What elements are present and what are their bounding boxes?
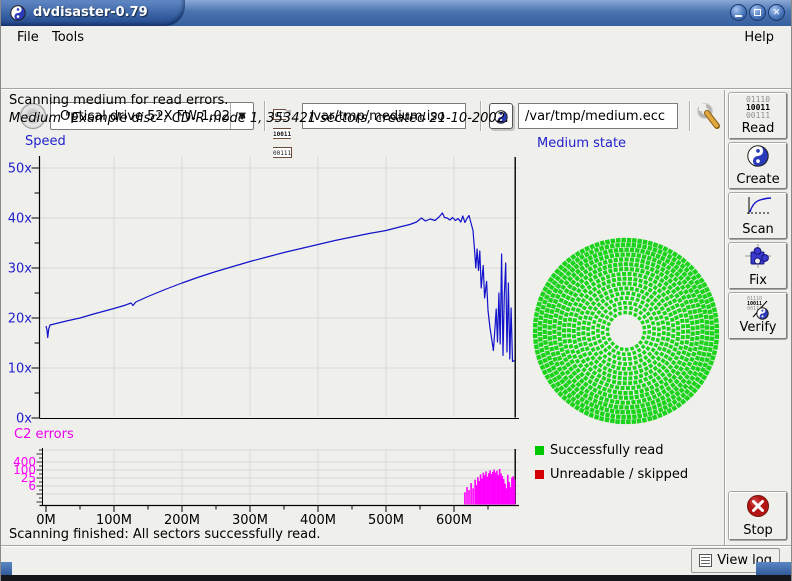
status-line-2: Medium "Example disc": CD-R mode 1, 3534… — [9, 111, 509, 126]
app-window: 0x10x20x30x40x50x4001002560M100M200M300M… — [0, 0, 792, 581]
read-button[interactable]: 011101001100111 Read — [729, 93, 787, 139]
stop-button[interactable]: Stop — [729, 492, 787, 540]
legend-swatch-green — [535, 446, 544, 455]
ecc-file-input[interactable] — [518, 103, 678, 129]
status-line-1: Scanning medium for read errors. — [9, 93, 228, 108]
legend-label: Successfully read — [550, 443, 663, 458]
preferences-wrench-icon[interactable] — [696, 102, 723, 134]
legend-swatch-red — [535, 470, 544, 479]
app-logo-yinyang-icon — [10, 5, 26, 25]
stop-icon — [746, 494, 770, 522]
puzzle-icon — [745, 244, 771, 272]
svg-text:300M: 300M — [232, 513, 268, 528]
svg-text:20x: 20x — [8, 312, 33, 327]
title-bar[interactable]: dvdisaster-0.79 ✕ — [1, 0, 792, 26]
svg-text:40x: 40x — [8, 212, 33, 227]
toolbar: Optical drive 52X FW 1.02 ▼ 011 10011 00… — [8, 48, 786, 88]
legend-item-unreadable: Unreadable / skipped — [535, 467, 688, 482]
svg-text:10x: 10x — [8, 362, 33, 377]
binary-text-icon: 011101001100111 — [746, 96, 770, 120]
svg-text:6: 6 — [28, 479, 36, 493]
statusbar-separator — [1, 545, 792, 547]
svg-text:30x: 30x — [8, 262, 33, 277]
menu-tools[interactable]: Tools — [48, 29, 88, 46]
toolbar-separator-line — [1, 88, 792, 90]
menu-file[interactable]: File — [13, 29, 43, 46]
resize-grip-left[interactable] — [1, 562, 12, 576]
window-title: dvdisaster-0.79 — [33, 5, 148, 20]
binary-yinyang-icon: 011101001100111 — [745, 297, 771, 319]
window-bottom-border — [1, 575, 792, 581]
svg-text:50x: 50x — [8, 162, 33, 177]
medium-state-title: Medium state — [537, 136, 626, 151]
legend-item-read: Successfully read — [535, 443, 663, 458]
toolbar-separator — [689, 101, 691, 131]
menu-help[interactable]: Help — [740, 29, 778, 46]
close-button[interactable]: ✕ — [768, 4, 785, 21]
yinyang-icon — [747, 145, 769, 171]
svg-text:400M: 400M — [300, 513, 336, 528]
svg-text:0M: 0M — [36, 513, 56, 528]
speed-chart-title: Speed — [25, 134, 66, 149]
svg-text:0x: 0x — [16, 412, 32, 427]
sidebar-separator — [724, 90, 726, 545]
bottom-status-message: Scanning finished: All sectors successfu… — [9, 527, 321, 542]
graph-icon — [744, 196, 772, 221]
maximize-button[interactable] — [749, 4, 766, 21]
minimize-button[interactable] — [730, 4, 747, 21]
scan-button[interactable]: Scan — [729, 193, 787, 239]
menu-bar: File Tools Help — [8, 26, 786, 48]
verify-button[interactable]: 011101001100111 Verify — [729, 293, 787, 339]
resize-grip-right[interactable] — [756, 562, 792, 576]
svg-text:500M: 500M — [368, 513, 404, 528]
svg-text:100M: 100M — [96, 513, 132, 528]
log-list-icon — [699, 554, 712, 567]
legend-label: Unreadable / skipped — [550, 467, 688, 482]
c2-errors-title: C2 errors — [14, 427, 74, 442]
svg-text:600M: 600M — [436, 513, 472, 528]
create-button[interactable]: Create — [729, 143, 787, 189]
fix-button[interactable]: Fix — [729, 243, 787, 289]
svg-text:200M: 200M — [164, 513, 200, 528]
